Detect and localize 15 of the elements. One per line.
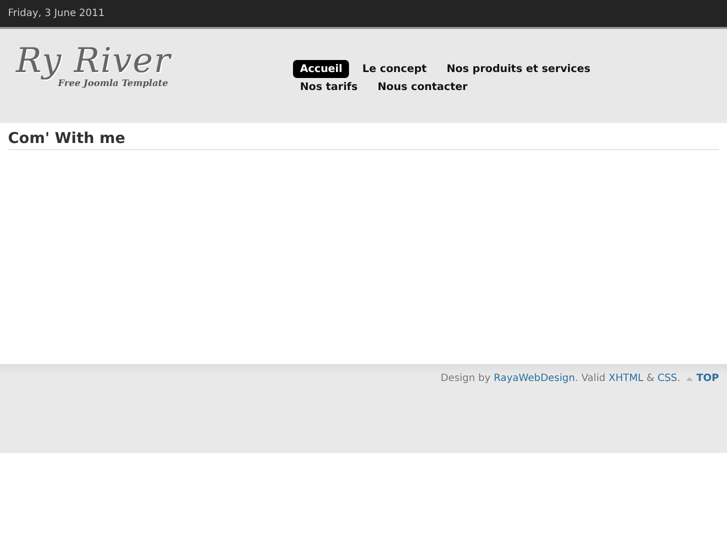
nav-link[interactable]: Nos produits et services	[440, 60, 598, 78]
nav-link[interactable]: Nos tarifs	[293, 78, 365, 96]
nav-link[interactable]: Accueil	[293, 60, 350, 78]
footer-link[interactable]: RayaWebDesign	[494, 373, 575, 384]
date-text: Friday, 3 June 2011	[8, 8, 105, 19]
page-heading: Com' With me	[8, 129, 719, 150]
nav-link[interactable]: Nous contacter	[370, 78, 475, 96]
logo-title: Ry River	[16, 43, 173, 79]
footer-link[interactable]: CSS	[657, 373, 678, 384]
arrow-up-icon	[686, 376, 694, 381]
nav-link[interactable]: Le concept	[355, 60, 434, 78]
top-link[interactable]: TOP	[686, 373, 719, 384]
footer-link[interactable]: XHTML	[608, 373, 644, 384]
logo-tagline: Free Joomla Template	[58, 79, 170, 89]
footer-credit: Design by RayaWebDesign. Valid XHTML & CSS.	[440, 373, 680, 384]
